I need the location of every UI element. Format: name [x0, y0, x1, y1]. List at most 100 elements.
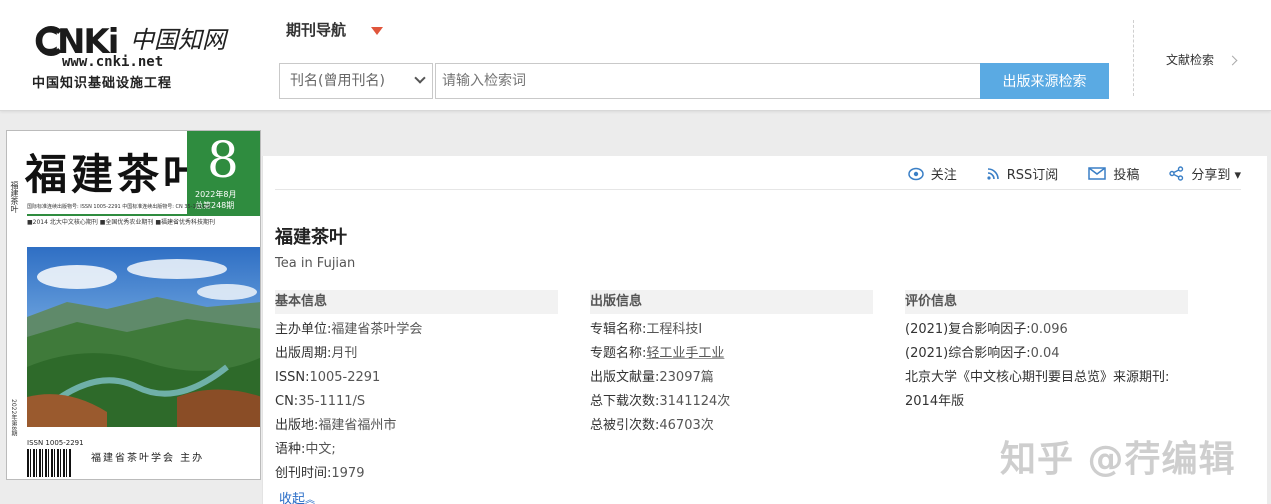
info-value: 46703次	[659, 418, 714, 433]
info-value: 月刊	[331, 346, 358, 361]
evaluation-info-section: 评价信息 (2021)复合影响因子:0.096 (2021)综合影响因子:0.0…	[905, 290, 1188, 414]
double-chevron-up-icon: ︽	[305, 495, 316, 504]
info-row: (2021)复合影响因子:0.096	[905, 318, 1188, 342]
info-value: 中文;	[305, 442, 336, 457]
info-key: (2021)综合影响因子:	[905, 346, 1031, 361]
literature-search-link[interactable]: 文献检索	[1166, 51, 1214, 68]
action-bar-divider	[275, 189, 1241, 190]
cover-tags: ■2014 北大中文核心期刊 ■全国优秀农业期刊 ■福建省优秀科技期刊	[27, 219, 215, 226]
journal-english-title: Tea in Fujian	[275, 256, 356, 271]
info-value: 3141124次	[659, 394, 731, 409]
cover-side-title: 福建茶叶	[10, 181, 19, 213]
submit-button[interactable]: 投稿	[1088, 164, 1139, 183]
chevron-down-icon	[414, 72, 426, 84]
evaluation-info-heading: 评价信息	[905, 290, 1188, 314]
info-value: 福建省茶叶学会	[331, 322, 423, 337]
share-label: 分享到 ▾	[1191, 168, 1241, 183]
info-value: 0.096	[1030, 322, 1068, 337]
watermark: 知乎 @荇编辑	[1000, 439, 1236, 480]
publish-info-heading: 出版信息	[590, 290, 873, 314]
cover-barcode	[27, 449, 71, 477]
cover-vertical-issue: 2022年第8期	[10, 399, 17, 437]
info-value: 23097篇	[659, 370, 714, 385]
cover-issn: ISSN 1005-2291	[27, 439, 84, 447]
info-value: 1979	[331, 466, 365, 481]
journal-nav-menu[interactable]: 期刊导航	[286, 19, 346, 40]
info-row: 语种:中文;	[275, 438, 558, 462]
share-button[interactable]: 分享到 ▾	[1169, 164, 1241, 183]
info-key: 语种:	[275, 442, 306, 457]
info-key: 总下载次数:	[590, 394, 660, 409]
info-key: 出版文献量:	[590, 370, 660, 385]
cnki-logo[interactable]: CNKi 中国知网 www.cnki.net 中国知识基础设施工程	[30, 20, 230, 92]
logo-subtitle: 中国知识基础设施工程	[32, 76, 173, 91]
info-row: 北京大学《中文核心期刊要目总览》来源期刊:	[905, 366, 1188, 390]
cover-publisher: 福建省茶叶学会 主办	[91, 453, 205, 464]
info-value: 35-1111/S	[298, 394, 366, 409]
info-row: 创刊时间:1979	[275, 462, 558, 486]
info-key: ISSN:	[275, 370, 310, 385]
envelope-icon	[1088, 167, 1107, 180]
logo-cn-name: 中国知网	[130, 26, 226, 54]
cover-landscape-photo	[27, 247, 260, 427]
top-header: CNKi 中国知网 www.cnki.net 中国知识基础设施工程 期刊导航 刊…	[0, 0, 1271, 111]
info-key: 总被引次数:	[590, 418, 660, 433]
search-input[interactable]	[435, 63, 981, 99]
journal-title: 福建茶叶	[275, 227, 347, 248]
info-key: 出版周期:	[275, 346, 332, 361]
info-row: 出版周期:月刊	[275, 342, 558, 366]
info-key: 2014年版	[905, 394, 965, 409]
publish-info-section: 出版信息 专辑名称:工程科技Ⅰ 专题名称:轻工业手工业 出版文献量:23097篇…	[590, 290, 873, 438]
rss-button[interactable]: RSS订阅	[987, 164, 1059, 183]
info-row: 出版文献量:23097篇	[590, 366, 873, 390]
info-key: 北京大学《中文核心期刊要目总览》来源期刊:	[905, 370, 1170, 385]
source-search-button[interactable]: 出版来源检索	[980, 63, 1109, 99]
info-row: 主办单位:福建省茶叶学会	[275, 318, 558, 342]
info-value: 1005-2291	[309, 370, 381, 385]
eye-icon	[908, 167, 924, 180]
journal-cover-image: 福建茶叶 福建茶叶 8 2022年8月 总第248期 国际标准连续出版物号: I…	[6, 130, 261, 480]
info-row: 2014年版	[905, 390, 1188, 414]
info-row: CN:35-1111/S	[275, 390, 558, 414]
follow-button[interactable]: 关注	[908, 164, 957, 183]
info-key: 主办单位:	[275, 322, 332, 337]
collapse-label: 收起	[279, 492, 306, 504]
rss-icon	[987, 168, 999, 180]
info-key: 专辑名称:	[590, 322, 647, 337]
chevron-right-icon[interactable]	[1227, 55, 1238, 66]
info-value: 0.04	[1030, 346, 1060, 361]
search-field-select-value: 刊名(曾用刊名)	[290, 73, 385, 89]
cover-title: 福建茶叶	[25, 150, 210, 199]
info-row: 总下载次数:3141124次	[590, 390, 873, 414]
rss-label: RSS订阅	[1006, 168, 1059, 183]
share-icon	[1169, 166, 1184, 181]
info-row: 总被引次数:46703次	[590, 414, 873, 438]
logo-url: www.cnki.net	[62, 54, 164, 70]
info-row: 专题名称:轻工业手工业	[590, 342, 873, 366]
info-row: (2021)综合影响因子:0.04	[905, 342, 1188, 366]
cover-issue-date: 2022年8月	[195, 190, 237, 199]
info-row: ISSN:1005-2291	[275, 366, 558, 390]
cover-issue-number: 8	[207, 131, 239, 189]
cover-divider	[27, 214, 260, 216]
follow-label: 关注	[930, 168, 957, 183]
topic-link[interactable]: 轻工业手工业	[646, 346, 724, 361]
info-key: 创刊时间:	[275, 466, 332, 481]
cover-info-line: 国际标准连续出版物号: ISSN 1005-2291 中国标准连续出版物号: C…	[27, 204, 211, 210]
header-divider	[1133, 20, 1134, 96]
submit-label: 投稿	[1113, 168, 1140, 183]
info-value: 工程科技Ⅰ	[646, 322, 703, 337]
info-value: 福建省福州市	[318, 418, 397, 433]
search-field-select[interactable]: 刊名(曾用刊名)	[279, 63, 433, 99]
info-row: 出版地:福建省福州市	[275, 414, 558, 438]
basic-info-heading: 基本信息	[275, 290, 558, 314]
info-key: 专题名称:	[590, 346, 647, 361]
info-key: 出版地:	[275, 418, 319, 433]
caret-down-icon[interactable]	[371, 27, 383, 35]
collapse-link[interactable]: 收起︽	[279, 488, 315, 504]
info-row: 专辑名称:工程科技Ⅰ	[590, 318, 873, 342]
action-bar: 关注 RSS订阅 投稿 分享到 ▾	[878, 164, 1241, 183]
info-key: (2021)复合影响因子:	[905, 322, 1031, 337]
basic-info-section: 基本信息 主办单位:福建省茶叶学会 出版周期:月刊 ISSN:1005-2291…	[275, 290, 558, 486]
info-key: CN:	[275, 394, 299, 409]
